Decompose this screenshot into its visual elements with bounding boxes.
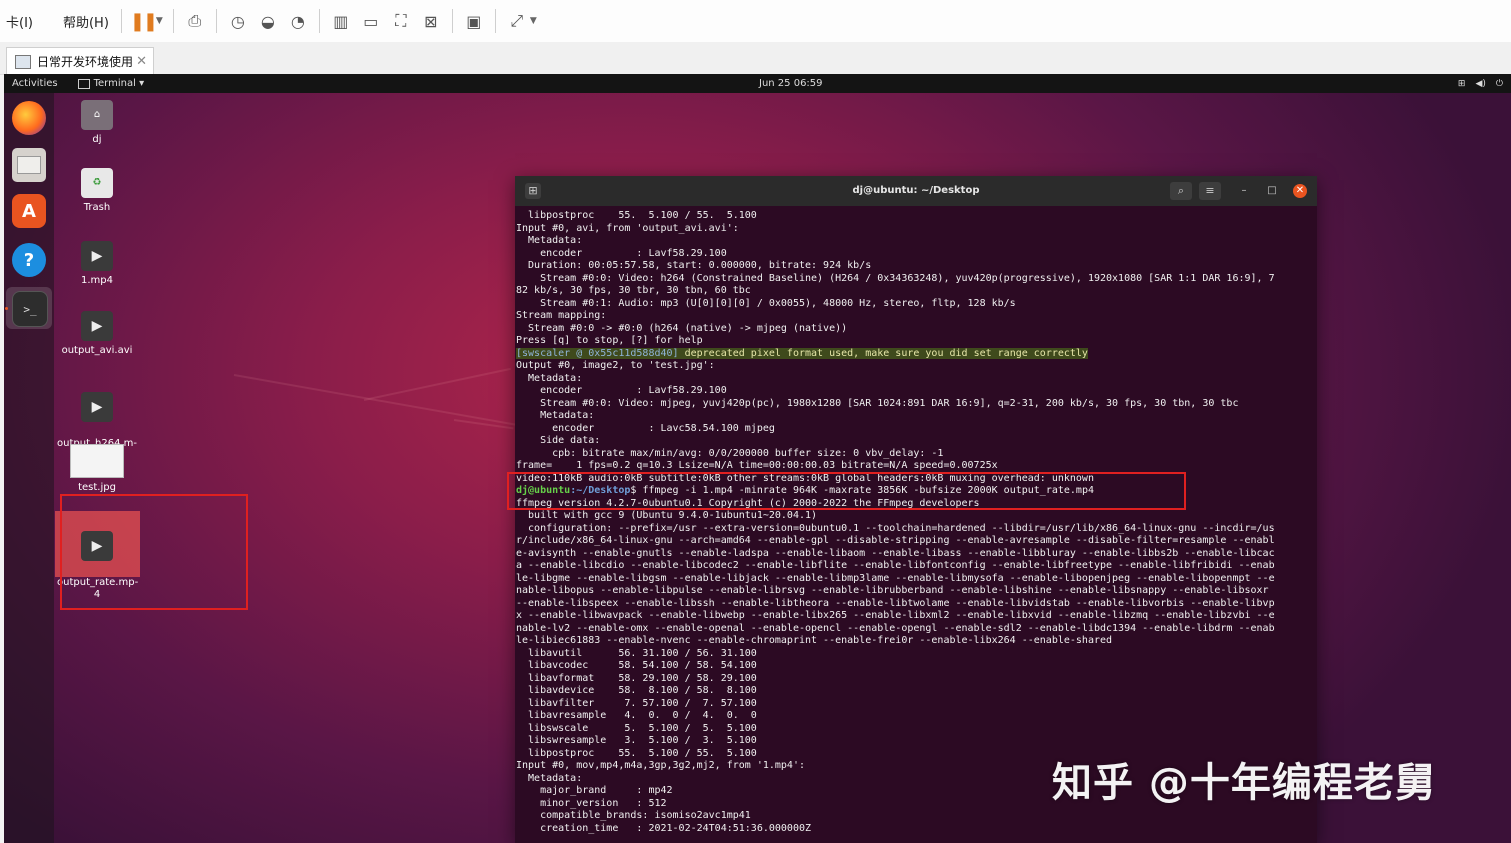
toolbar-divider [318,9,320,33]
terminal-lines: Output #0, image2, to 'test.jpg': Metada… [516,360,1239,484]
close-icon[interactable]: ✕ [136,54,147,69]
terminal-icon [77,78,90,89]
dock: A ? >_ [4,93,54,843]
software-icon[interactable]: A [12,194,46,228]
network-icon: ⊞ [1457,78,1466,89]
revert-snapshot-icon[interactable]: ◒ [257,10,279,32]
app-menu[interactable]: Terminal ▾ [77,78,145,89]
power-icon: ⏻ [1495,78,1503,89]
menu-help[interactable]: 帮助(H) [57,12,115,31]
toolbar-divider [451,9,453,33]
help-icon[interactable]: ? [12,243,46,277]
vm-icon [15,54,31,69]
clock[interactable]: Jun 25 06:59 [759,78,823,89]
desktop-icon-trash[interactable]: ♻ Trash [57,168,137,214]
pause-icon[interactable]: ❚❚ [130,10,158,32]
fullscreen-icon[interactable]: ⛶ [390,10,412,32]
vm-tab-label: 日常开发环境使用 [37,55,134,69]
desktop-icon-file[interactable]: ▶ 1.mp4 [57,241,137,287]
desktop-icon-home[interactable]: ⌂ dj [57,100,137,146]
toolbar-divider [172,9,174,33]
maximize-icon[interactable]: □ [1265,184,1279,198]
desktop-icon-file[interactable]: ▶ output_avi.avi [57,311,137,357]
chevron-down-icon[interactable]: ▼ [156,16,163,26]
annotation-box [507,472,1186,510]
send-keys-icon[interactable]: ⎙ [184,10,206,32]
desktop-icon-label: dj [92,134,102,145]
app-menu-label: Terminal ▾ [93,78,145,89]
video-file-icon: ▶ [81,241,113,271]
image-thumbnail-icon [70,444,124,478]
stretch-icon[interactable]: ⤢ [506,10,528,32]
terminal-header[interactable]: ⊞ dj@ubuntu: ~/Desktop ⌕ ≡ – □ ✕ [515,176,1317,206]
desktop-icon-label: test.jpg [78,482,116,493]
toolbar-divider [120,9,122,33]
unity-icon[interactable]: ⊠ [420,10,442,32]
console-icon[interactable]: ▣ [463,10,485,32]
terminal-lines: libpostproc 55. 5.100 / 55. 5.100 Input … [516,210,1275,346]
guest-desktop: Activities Terminal ▾ Jun 25 06:59 ⊞ ◀) … [4,74,1511,843]
system-tray[interactable]: ⊞ ◀) ⏻ [1458,79,1503,89]
hamburger-menu-icon[interactable]: ≡ [1199,182,1221,200]
wallpaper-ray [363,367,511,401]
chevron-down-icon[interactable]: ▼ [530,16,537,26]
wallpaper-ray [453,419,514,430]
thumbnail-view-icon[interactable]: ▭ [360,10,382,32]
close-icon[interactable]: ✕ [1293,184,1307,198]
snapshot-manager-icon[interactable]: ◔ [287,10,309,32]
firefox-icon[interactable] [12,101,46,135]
desktop-icon-file[interactable]: test.jpg [57,444,137,494]
toolbar-divider [494,9,496,33]
activities-button[interactable]: Activities [12,78,58,89]
running-indicator [5,307,8,310]
volume-icon: ◀) [1475,78,1486,89]
desktop-icon-label: output_avi.avi [61,345,133,356]
terminal-title: dj@ubuntu: ~/Desktop [852,185,980,196]
desktop-icon-label: Trash [83,202,111,213]
desktop-icon-label: 1.mp4 [81,275,113,286]
swscaler-tag: [swscaler @ 0x55c11d588d40] [516,347,679,359]
snapshot-icon[interactable]: ◷ [227,10,249,32]
vm-toolbar: 卡(I) 帮助(H) ❚❚ ▼ ⎙ ◷ ◒ ◔ ▥ ▭ ⛶ ⊠ ▣ ⤢ ▼ [0,0,1511,43]
minimize-icon[interactable]: – [1237,184,1251,198]
menu-card[interactable]: 卡(I) [0,12,39,31]
video-file-icon: ▶ [81,311,113,341]
vm-tab[interactable]: 日常开发环境使用 ✕ [6,47,154,75]
terminal-icon[interactable]: >_ [12,291,48,327]
terminal-output[interactable]: libpostproc 55. 5.100 / 55. 5.100 Input … [515,206,1317,843]
video-file-icon: ▶ [81,392,113,422]
vm-tab-strip: 日常开发环境使用 ✕ [0,42,1511,75]
trash-icon: ♻ [81,168,113,198]
wallpaper-ray [233,374,530,429]
watermark: 知乎 @十年编程老舅 [1052,760,1436,806]
files-icon[interactable] [12,148,46,182]
home-folder-icon: ⌂ [81,100,113,130]
toolbar-divider [215,9,217,33]
sidebar-view-icon[interactable]: ▥ [330,10,352,32]
search-icon[interactable]: ⌕ [1170,182,1192,200]
gnome-topbar: Activities Terminal ▾ Jun 25 06:59 ⊞ ◀) … [4,74,1511,93]
swscaler-warning: deprecated pixel format used, make sure … [678,347,1088,359]
annotation-box [60,494,248,610]
